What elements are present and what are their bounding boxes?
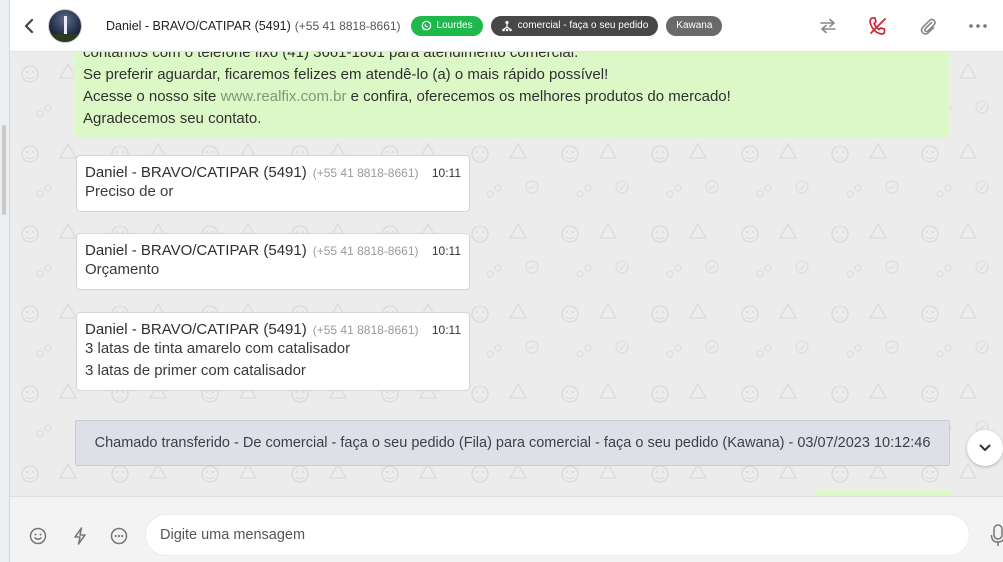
chat-options-button[interactable] <box>109 526 129 546</box>
message-author: Daniel - BRAVO/CATIPAR (5491) <box>85 321 307 338</box>
attach-icon <box>920 18 936 35</box>
greeting-line-1: contamos com o telefone fixo (41) 3661-1… <box>83 52 579 61</box>
contact-name: Daniel - BRAVO/CATIPAR (5491) <box>106 18 291 33</box>
greeting-line-2: Se preferir aguardar, ficaremos felizes … <box>83 66 609 83</box>
left-panel-edge <box>0 0 10 562</box>
message-time: 10:11 <box>431 244 461 258</box>
end-call-icon <box>869 17 886 35</box>
chat-bubble-dots-icon <box>110 527 128 545</box>
queue-icon <box>501 20 512 31</box>
tag-agent-label: Lourdes <box>436 20 473 31</box>
microphone-icon <box>990 524 1003 546</box>
message-input-placeholder: Digite uma mensagem <box>160 527 306 543</box>
greeting-line-3-suffix: e confira, oferecemos os melhores produt… <box>346 88 731 105</box>
message-text-line-1: 3 latas de tinta amarelo com catalisador <box>85 340 351 357</box>
incoming-message: Daniel - BRAVO/CATIPAR (5491) (+55 41 88… <box>76 233 470 290</box>
message-text: Orçamento <box>85 261 160 278</box>
greeting-line-3: Acesse o nosso site www.realfix.com.br e… <box>83 86 941 108</box>
greeting-line-3-prefix: Acesse o nosso site <box>83 88 221 105</box>
left-scrollbar[interactable] <box>2 125 6 215</box>
message-phone: (+55 41 8818-8661) <box>312 166 419 180</box>
message-phone: (+55 41 8818-8661) <box>312 244 419 258</box>
back-arrow-icon[interactable] <box>22 18 36 33</box>
attach-button[interactable] <box>903 0 953 52</box>
transfer-button[interactable] <box>803 0 853 52</box>
incoming-message: Daniel - BRAVO/CATIPAR (5491) (+55 41 88… <box>76 312 470 391</box>
emoji-button[interactable] <box>28 526 48 546</box>
chat-area[interactable]: contamos com o telefone fixo (41) 3661-1… <box>10 52 1003 496</box>
message-input[interactable]: Digite uma mensagem <box>145 514 970 556</box>
tag-agent[interactable]: Lourdes <box>410 15 483 36</box>
message-text: Preciso de or <box>85 183 174 200</box>
system-transfer-notice: Chamado transferido - De comercial - faç… <box>75 420 950 466</box>
emoji-icon <box>29 527 47 545</box>
message-composer: Digite uma mensagem <box>10 496 1003 562</box>
message-author: Daniel - BRAVO/CATIPAR (5491) <box>85 164 307 181</box>
quick-replies-button[interactable] <box>70 526 90 546</box>
chat-header: Daniel - BRAVO/CATIPAR (5491) (+55 41 88… <box>10 0 1003 52</box>
transfer-icon <box>820 18 836 34</box>
tag-assignee-label: Kawana <box>676 20 713 31</box>
message-author: Daniel - BRAVO/CATIPAR (5491) <box>85 242 307 259</box>
tag-queue[interactable]: comercial - faça o seu pedido <box>490 15 659 36</box>
end-call-button[interactable] <box>853 0 903 52</box>
message-time: 10:11 <box>431 323 461 337</box>
greeting-line-4: Agradecemos seu contato. <box>83 110 262 127</box>
website-link[interactable]: www.realfix.com.br <box>221 88 347 105</box>
tag-assignee[interactable]: Kawana <box>666 15 723 36</box>
incoming-message: Daniel - BRAVO/CATIPAR (5491) (+55 41 88… <box>76 155 470 212</box>
message-text-line-2: 3 latas de primer com catalisador <box>85 362 306 379</box>
whatsapp-icon <box>421 20 431 31</box>
outgoing-greeting-message: contamos com o telefone fixo (41) 3661-1… <box>74 52 950 138</box>
tag-queue-label: comercial - faça o seu pedido <box>517 20 649 31</box>
more-icon <box>969 24 987 28</box>
more-button[interactable] <box>953 0 1003 52</box>
message-time: 10:11 <box>431 166 461 180</box>
avatar[interactable] <box>48 8 82 43</box>
chevron-down-icon <box>979 444 991 451</box>
lightning-icon <box>74 527 86 545</box>
scroll-to-bottom-button[interactable] <box>967 430 1003 466</box>
contact-phone: (+55 41 8818-8661) <box>294 18 401 33</box>
microphone-button[interactable] <box>990 524 1003 548</box>
message-phone: (+55 41 8818-8661) <box>312 323 419 337</box>
